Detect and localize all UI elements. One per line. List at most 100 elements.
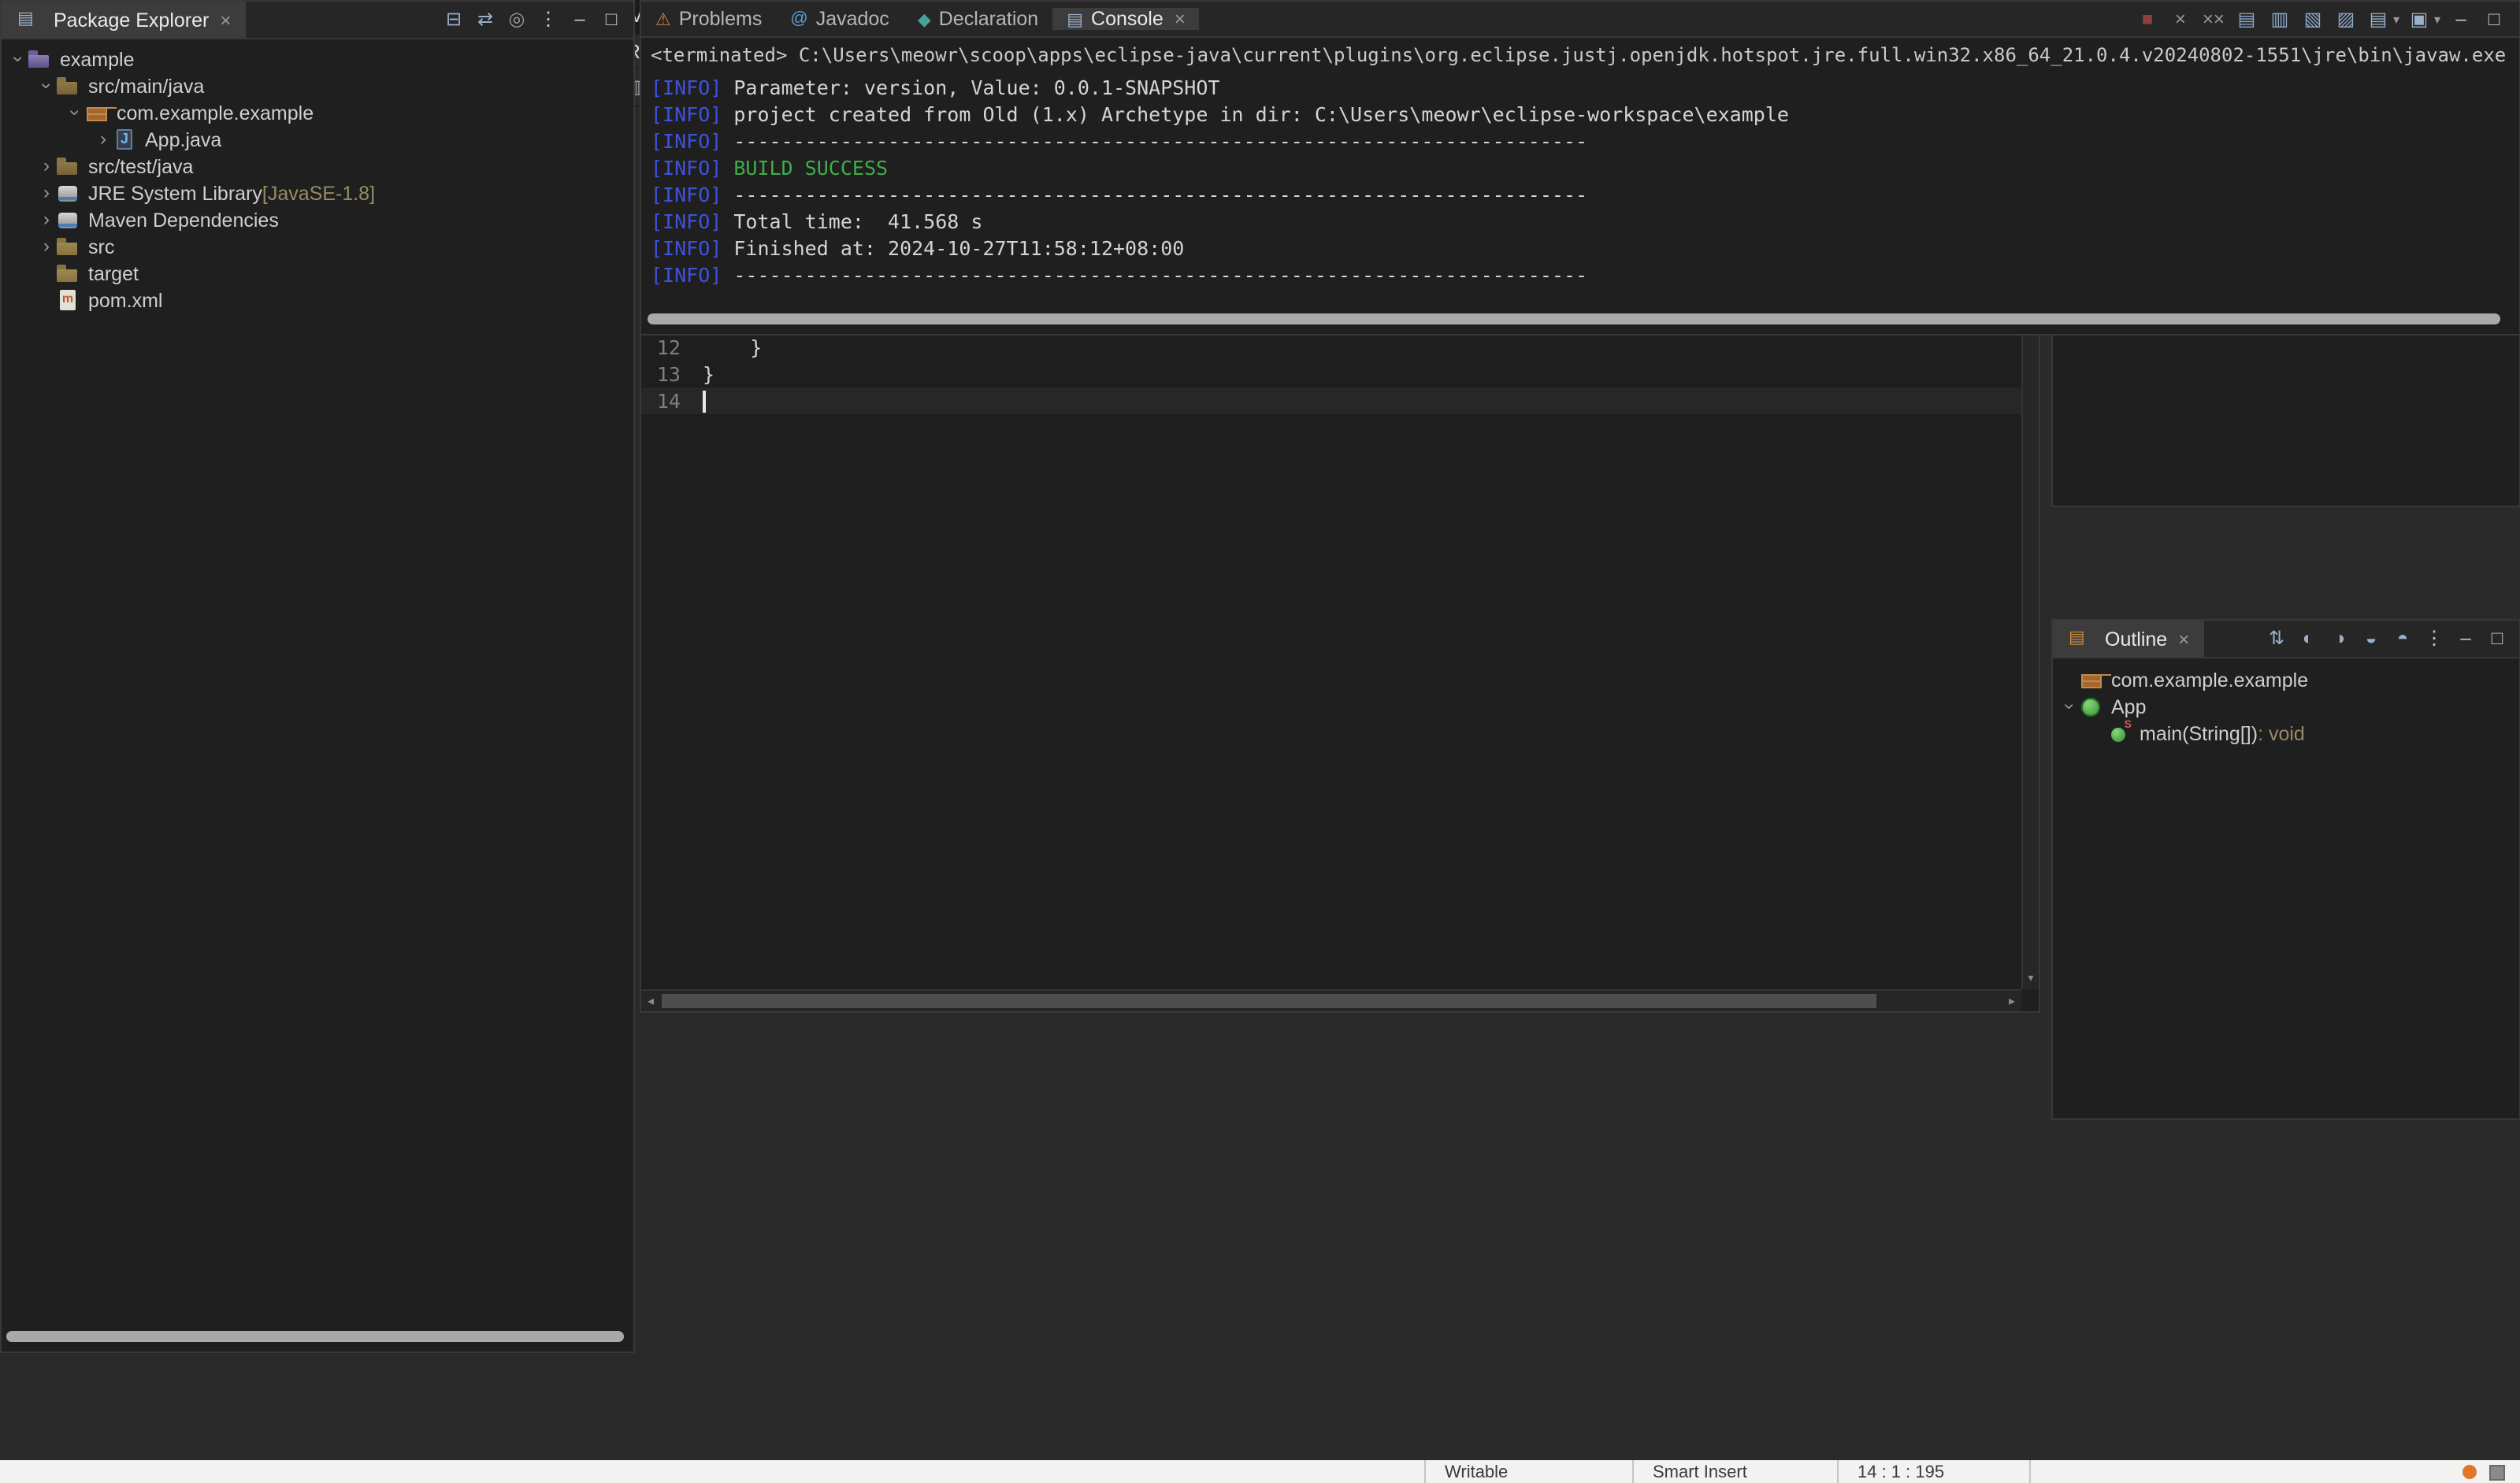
- tree-label: pom.xml: [88, 289, 163, 311]
- tree-label-suffix: [JavaSE-1.8]: [262, 182, 376, 204]
- maximize-icon[interactable]: □: [599, 7, 624, 32]
- tree-item-target[interactable]: target: [2, 260, 633, 287]
- console-line: [INFO] BUILD SUCCESS: [651, 154, 2519, 181]
- tree-item-app-java[interactable]: › App.java: [2, 126, 633, 153]
- sort-icon[interactable]: ⇅: [2264, 626, 2289, 651]
- code-line[interactable]: 12 }: [641, 334, 2021, 361]
- open-console-icon-dropdown[interactable]: ▾: [2434, 12, 2440, 26]
- expander-icon[interactable]: ›: [36, 181, 57, 205]
- horizontal-scrollbar[interactable]: ◂ ▸: [641, 989, 2021, 1011]
- tree-item-app[interactable]: › App: [2053, 693, 2519, 720]
- word-wrap-icon[interactable]: ▧: [2300, 6, 2325, 32]
- scroll-left-icon[interactable]: ◂: [641, 991, 660, 1011]
- console-segment: [INFO]: [651, 156, 722, 180]
- tab-console[interactable]: ▤ Console ×: [1052, 8, 1200, 30]
- display-selected-console-icon[interactable]: ▤ ▾: [2366, 6, 2399, 32]
- statusbar-right-icons: [2462, 1460, 2520, 1483]
- hide-non-public-icon[interactable]: ◒: [2359, 626, 2384, 651]
- tree-item-main-string[interactable]: main(String[]) : void: [2053, 719, 2519, 747]
- console-line: [INFO] Total time: 41.568 s: [651, 208, 2519, 235]
- view-menu-icon[interactable]: ⋮: [536, 7, 561, 32]
- code-line[interactable]: 14: [641, 387, 2021, 414]
- console-line: [INFO] project created from Old (1.x) Ar…: [651, 101, 2519, 128]
- minimize-icon[interactable]: –: [2453, 626, 2478, 651]
- progress-icon[interactable]: [2489, 1464, 2505, 1480]
- minimize-icon[interactable]: –: [2448, 6, 2474, 32]
- tab-declaration[interactable]: ◆ Declaration: [904, 8, 1052, 30]
- expander-icon[interactable]: ›: [36, 208, 57, 232]
- scroll-lock-icon[interactable]: ▥: [2267, 6, 2292, 32]
- terminate-icon[interactable]: ■: [2135, 6, 2160, 32]
- expander-icon[interactable]: ›: [36, 235, 57, 258]
- tab-outline[interactable]: Outline ×: [2053, 621, 2204, 657]
- outline-header: Outline × ⇅◐◑ ◒◓ ⋮–□: [2053, 621, 2519, 658]
- horizontal-scrollbar[interactable]: [6, 1331, 624, 1342]
- tree-item-src[interactable]: › src: [2, 233, 633, 260]
- focus-icon[interactable]: ◎: [504, 7, 529, 32]
- display-selected-console-icon-dropdown[interactable]: ▾: [2393, 12, 2399, 26]
- clear-console-icon[interactable]: ▤: [2234, 6, 2259, 32]
- tree-label: example: [60, 48, 135, 70]
- maximize-icon[interactable]: □: [2481, 6, 2507, 32]
- tree-item-jre-system-library[interactable]: › JRE System Library [JavaSE-1.8]: [2, 180, 633, 206]
- console-segment: ----------------------------------------…: [722, 263, 1588, 287]
- tab-label: Problems: [678, 8, 763, 30]
- expander-icon[interactable]: ›: [6, 49, 30, 69]
- hide-local-types-icon[interactable]: ◓: [2390, 626, 2415, 651]
- remove-launch-icon[interactable]: ×: [2168, 6, 2193, 32]
- horizontal-scrollbar-thumb[interactable]: [662, 994, 1876, 1008]
- console-line: [INFO] ---------------------------------…: [651, 181, 2519, 208]
- hide-fields-icon[interactable]: ◐: [2295, 626, 2321, 651]
- xml-file-icon: [57, 289, 80, 311]
- tree-item-com-example-example[interactable]: › com.example.example: [2, 99, 633, 126]
- open-console-icon[interactable]: ▣ ▾: [2407, 6, 2440, 32]
- problems-icon: ⚠: [655, 10, 671, 29]
- expander-icon[interactable]: ›: [35, 76, 58, 96]
- code-line[interactable]: 13}: [641, 361, 2021, 387]
- view-menu-icon[interactable]: ⋮: [2422, 626, 2447, 651]
- tree-item-example[interactable]: › example: [2, 46, 633, 72]
- minimize-icon[interactable]: –: [567, 7, 592, 32]
- tree-item-pom-xml[interactable]: pom.xml: [2, 287, 633, 313]
- link-with-editor-icon[interactable]: ⇄: [473, 7, 498, 32]
- close-view-icon[interactable]: ×: [2178, 628, 2189, 650]
- fold-column: [685, 387, 703, 414]
- statusbar-spacer: [0, 1460, 1424, 1483]
- code-text: }: [703, 334, 762, 361]
- close-view-icon[interactable]: ×: [220, 9, 231, 31]
- collapse-all-icon[interactable]: ⊟: [441, 7, 466, 32]
- expander-icon[interactable]: ›: [36, 154, 57, 178]
- scroll-right-icon[interactable]: ▸: [2002, 991, 2021, 1011]
- console-description: <terminated> C:\Users\meowr\scoop\apps\e…: [651, 44, 2519, 66]
- package-explorer-tree: › example › src/main/java › com.example.examp…: [2, 39, 633, 313]
- horizontal-scrollbar[interactable]: [648, 313, 2500, 324]
- tab-label: Javadoc: [815, 8, 889, 30]
- pin-console-icon[interactable]: ▨: [2333, 6, 2359, 32]
- tab-problems[interactable]: ⚠ Problems: [641, 8, 776, 30]
- fold-column: [685, 361, 703, 387]
- line-number: 13: [656, 362, 681, 386]
- tree-item-src-main-java[interactable]: › src/main/java: [2, 72, 633, 99]
- tree-item-src-test-java[interactable]: › src/test/java: [2, 153, 633, 180]
- console-segment: Total time: 41.568 s: [722, 209, 983, 233]
- expander-icon[interactable]: ›: [2058, 696, 2081, 717]
- console-segment: ----------------------------------------…: [722, 129, 1588, 153]
- scroll-down-icon[interactable]: ▾: [2023, 970, 2039, 989]
- console-output[interactable]: [INFO] Parameter: version, Value: 0.0.1-…: [641, 69, 2519, 288]
- console-segment: [722, 156, 733, 180]
- fold-column: [685, 334, 703, 361]
- remove-all-launches-icon[interactable]: ××: [2201, 6, 2226, 32]
- close-view-icon[interactable]: ×: [1175, 8, 1186, 30]
- expander-icon[interactable]: ›: [93, 128, 113, 151]
- tab-package-explorer[interactable]: Package Explorer ×: [2, 2, 246, 38]
- expander-icon[interactable]: ›: [63, 102, 87, 123]
- notification-icon[interactable]: [2462, 1465, 2477, 1479]
- tree-label: JRE System Library: [88, 182, 262, 204]
- tab-javadoc[interactable]: @ Javadoc: [776, 8, 903, 30]
- maximize-icon[interactable]: □: [2485, 626, 2510, 651]
- hide-static-icon[interactable]: ◑: [2327, 626, 2352, 651]
- bottom-view-tabbar: ⚠ Problems @ Javadoc ◆ Declaration ▤ Console × ■…: [641, 2, 2519, 38]
- tree-item-com-example-example[interactable]: com.example.example: [2053, 666, 2519, 693]
- console-line: [INFO] ---------------------------------…: [651, 128, 2519, 154]
- tree-item-maven-dependencies[interactable]: › Maven Dependencies: [2, 206, 633, 233]
